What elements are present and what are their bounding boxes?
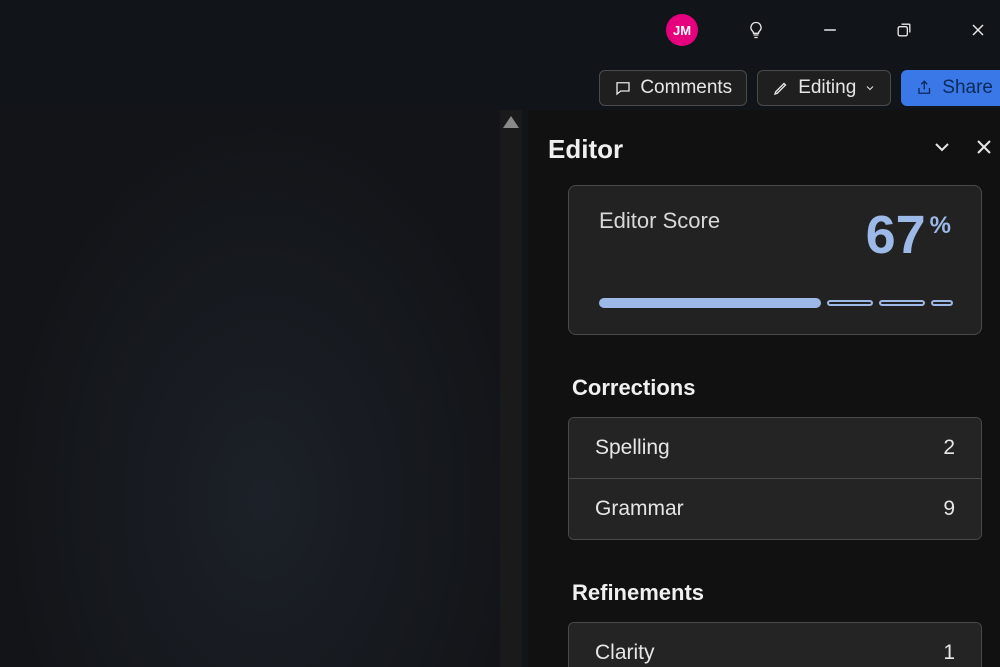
list-item-label: Spelling [595,436,670,460]
score-segment-2 [827,300,873,306]
score-row: Editor Score 67 % [599,208,951,262]
editor-score-card[interactable]: Editor Score 67 % [568,185,982,335]
scroll-up-icon[interactable] [503,116,519,128]
vertical-scrollbar[interactable] [500,110,522,667]
list-item-count: 9 [943,497,955,521]
panel-header: Editor [528,128,1000,185]
top-toolbar: Comments Editing Share [599,70,1000,106]
score-segment-1 [599,298,821,308]
comment-icon [614,79,632,97]
scroll-track[interactable] [500,128,522,667]
comments-button[interactable]: Comments [599,70,747,106]
corrections-title: Corrections [568,375,982,401]
refinements-list: Clarity 1 [568,622,982,667]
refinement-item-clarity[interactable]: Clarity 1 [569,623,981,667]
restore-button[interactable] [882,8,926,52]
lightbulb-icon[interactable] [734,8,778,52]
score-bar [599,298,951,308]
chevron-down-icon [864,82,876,94]
list-item-label: Clarity [595,641,655,665]
avatar-initials: JM [673,23,691,38]
comments-label: Comments [640,77,732,99]
editing-mode-button[interactable]: Editing [757,70,891,106]
list-item-count: 2 [943,436,955,460]
editor-panel: Editor Editor Score 67 % [528,110,1000,667]
editing-label: Editing [798,77,856,99]
score-value: 67 % [866,208,951,262]
score-unit: % [930,212,951,240]
close-button[interactable] [956,8,1000,52]
refinements-title: Refinements [568,580,982,606]
list-item-label: Grammar [595,497,684,521]
collapse-button[interactable] [930,135,954,164]
list-item-count: 1 [943,641,955,665]
score-label: Editor Score [599,208,720,234]
panel-actions [930,135,992,164]
panel-title: Editor [548,134,623,165]
score-segment-4 [931,300,953,306]
correction-item-grammar[interactable]: Grammar 9 [569,478,981,539]
share-icon [916,79,934,97]
panel-body: Editor Score 67 % Corrections Spelling 2 [528,185,1000,667]
titlebar: JM [0,0,1000,60]
user-avatar[interactable]: JM [666,14,698,46]
correction-item-spelling[interactable]: Spelling 2 [569,418,981,478]
pencil-icon [772,79,790,97]
share-button[interactable]: Share [901,70,1000,106]
document-canvas[interactable] [0,110,526,667]
share-label: Share [942,77,993,99]
score-number: 67 [866,208,926,262]
minimize-button[interactable] [808,8,852,52]
score-segment-3 [879,300,925,306]
corrections-list: Spelling 2 Grammar 9 [568,417,982,540]
close-panel-button[interactable] [972,135,996,164]
